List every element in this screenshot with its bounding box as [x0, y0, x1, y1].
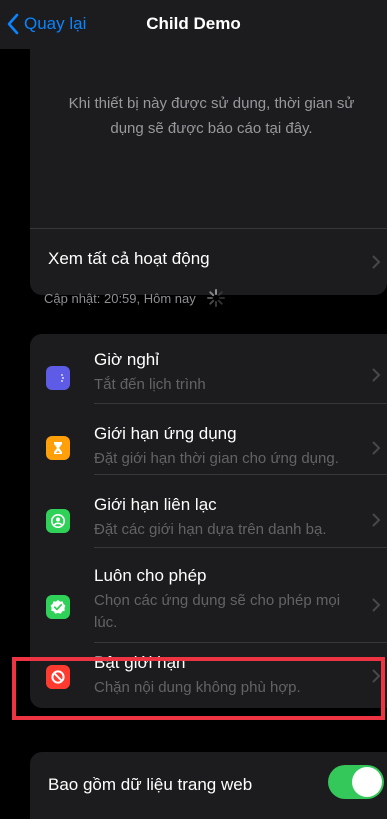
last-updated: Cập nhật: 20:59, Hôm nay — [44, 288, 226, 308]
list-item-subtitle: Chọn các ứng dụng sẽ cho phép mọi lúc. — [94, 592, 341, 631]
highlight-box — [12, 657, 385, 720]
list-item-communication-limits[interactable]: Giới hạn liên lạc Đặt các giới hạn dựa t… — [30, 475, 387, 548]
list-item-always-allowed[interactable]: Luôn cho phép Chọn các ứng dụng sẽ cho p… — [30, 548, 387, 643]
downtime-icon — [46, 366, 70, 390]
chevron-right-icon — [372, 598, 381, 612]
list-item-title: Giới hạn liên lạc — [94, 495, 217, 514]
loading-spinner-icon — [206, 289, 225, 307]
last-updated-text: Cập nhật: 20:59, Hôm nay — [44, 290, 196, 306]
web-data-label: Bao gồm dữ liệu trang web — [48, 775, 253, 794]
page-title: Child Demo — [146, 14, 241, 33]
list-item-subtitle: Tắt đến lịch trình — [94, 376, 206, 393]
chevron-right-icon — [372, 255, 381, 269]
see-all-activity-row[interactable]: Xem tất cả hoạt động — [30, 229, 387, 295]
list-item-title: Luôn cho phép — [94, 566, 207, 585]
list-item-app-limits[interactable]: Giới hạn ứng dụng Đặt giới hạn thời gian… — [30, 404, 387, 475]
web-data-row: Bao gồm dữ liệu trang web — [30, 752, 387, 819]
nav-bar: Quay lại Child Demo — [0, 0, 387, 49]
chevron-right-icon — [372, 368, 381, 382]
chevron-right-icon — [372, 513, 381, 527]
toggle-knob — [352, 767, 382, 797]
list-item-title: Giới hạn ứng dụng — [94, 424, 237, 443]
usage-info-card: Khi thiết bị này được sử dụng, thời gian… — [30, 49, 387, 295]
checkmark-badge-icon — [46, 595, 70, 619]
list-item-subtitle: Đặt các giới hạn dựa trên danh bạ. — [94, 521, 327, 538]
list-item-subtitle: Đặt giới hạn thời gian cho ứng dụng. — [94, 450, 339, 467]
see-all-activity-label: Xem tất cả hoạt động — [48, 249, 210, 268]
contact-icon — [46, 509, 70, 533]
hourglass-icon — [46, 436, 70, 460]
chevron-right-icon — [372, 441, 381, 455]
list-item-downtime[interactable]: Giờ nghỉ Tắt đến lịch trình — [30, 334, 387, 404]
web-data-toggle[interactable] — [328, 765, 384, 799]
usage-info-text: Khi thiết bị này được sử dụng, thời gian… — [68, 95, 355, 137]
settings-list: Giờ nghỉ Tắt đến lịch trình Giới hạn ứng… — [30, 334, 387, 708]
list-item-title: Giờ nghỉ — [94, 350, 160, 369]
